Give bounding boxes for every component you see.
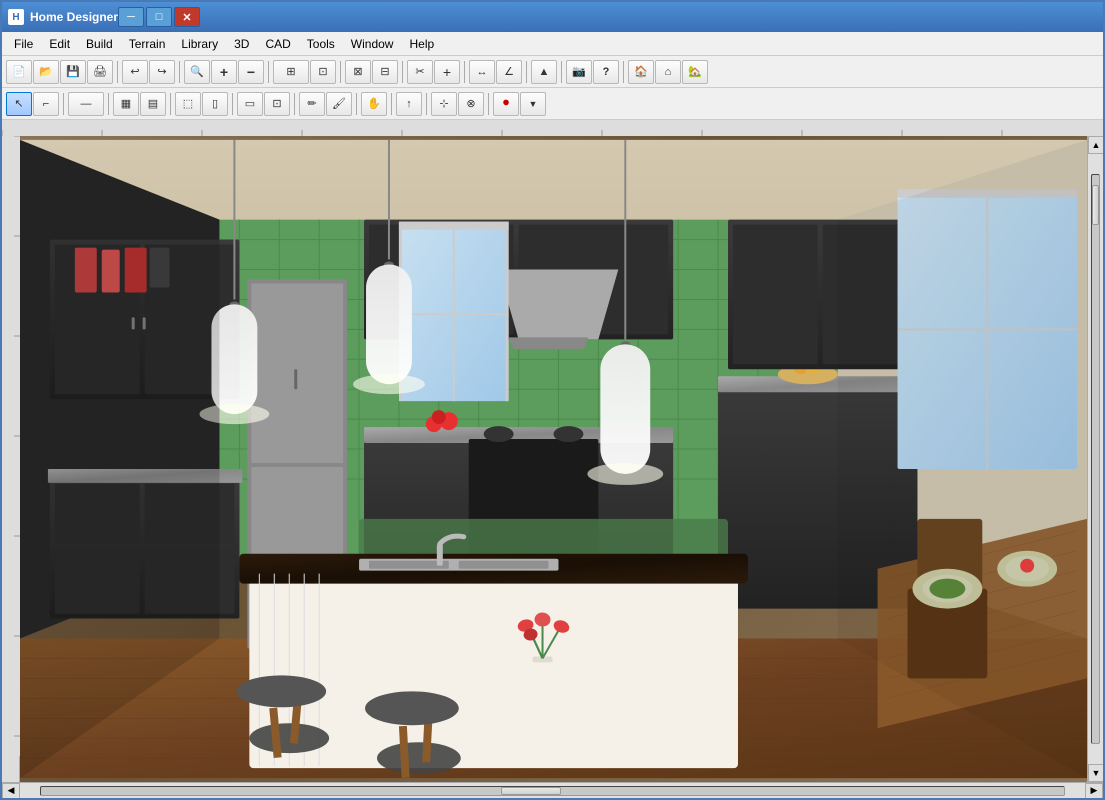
pencil-tool-button[interactable]: ✏ xyxy=(299,92,325,116)
v-scroll-track[interactable] xyxy=(1091,174,1100,744)
tool-b-button[interactable]: ⊟ xyxy=(372,60,398,84)
house-icon-button[interactable]: 🏠 xyxy=(628,60,654,84)
measure-button[interactable]: ↔ xyxy=(469,60,495,84)
menu-edit[interactable]: Edit xyxy=(41,34,78,54)
sep1 xyxy=(117,61,118,83)
sep9 xyxy=(623,61,624,83)
select-tool-button[interactable]: ↖ xyxy=(6,92,32,116)
sep7 xyxy=(526,61,527,83)
sep5 xyxy=(294,93,295,115)
horizontal-scrollbar[interactable]: ◀ ▶ xyxy=(2,782,1103,798)
menu-tools[interactable]: Tools xyxy=(299,34,343,54)
undo-button[interactable]: ↩ xyxy=(122,60,148,84)
menu-3d[interactable]: 3D xyxy=(226,34,257,54)
camera-button[interactable]: 📷 xyxy=(566,60,592,84)
transform2-tool-button[interactable]: ⊗ xyxy=(458,92,484,116)
menu-file[interactable]: File xyxy=(6,34,41,54)
sep4 xyxy=(232,93,233,115)
tool-a-button[interactable]: ⊠ xyxy=(345,60,371,84)
sep2 xyxy=(108,93,109,115)
maximize-button[interactable]: □ xyxy=(146,7,172,27)
angle-button[interactable]: ∠ xyxy=(496,60,522,84)
vertical-scrollbar[interactable]: ▲ ▼ xyxy=(1087,136,1103,782)
window-controls: ─ □ ✕ xyxy=(118,7,200,27)
zoom-fit-button[interactable]: ⊞ xyxy=(273,60,309,84)
sep3 xyxy=(170,93,171,115)
canvas-inner: ▲ ▼ xyxy=(2,136,1103,782)
sep6 xyxy=(356,93,357,115)
sep8 xyxy=(426,93,427,115)
scroll-right-button[interactable]: ▶ xyxy=(1085,783,1103,799)
title-bar: H Home Designer ─ □ ✕ xyxy=(2,2,1103,32)
up-arrow-tool-button[interactable]: ↑ xyxy=(396,92,422,116)
transform-tool-button[interactable]: ⊹ xyxy=(431,92,457,116)
brush-tool-button[interactable]: 🖌 xyxy=(326,92,352,116)
menu-window[interactable]: Window xyxy=(343,34,402,54)
cabinet2-tool-button[interactable]: ▯ xyxy=(202,92,228,116)
sep2 xyxy=(179,61,180,83)
help-button[interactable]: ? xyxy=(593,60,619,84)
sep6 xyxy=(464,61,465,83)
left-ruler xyxy=(2,136,20,782)
save-button[interactable]: 💾 xyxy=(60,60,86,84)
window-title: Home Designer xyxy=(30,10,118,24)
fill-tool-button[interactable]: ▦ xyxy=(113,92,139,116)
app-window: H Home Designer ─ □ ✕ File Edit Build Te… xyxy=(0,0,1105,800)
scroll-left-button[interactable]: ◀ xyxy=(2,783,20,799)
zoom-extent-button[interactable]: ⊡ xyxy=(310,60,336,84)
scissors-button[interactable]: ✂ xyxy=(407,60,433,84)
canvas-wrapper: ▲ ▼ ◀ ▶ xyxy=(2,120,1103,798)
add-button[interactable]: + xyxy=(434,60,460,84)
line-tool-button[interactable]: — xyxy=(68,92,104,116)
h-scroll-thumb[interactable] xyxy=(501,787,561,795)
scroll-down-button[interactable]: ▼ xyxy=(1088,764,1103,782)
zoom-out-button[interactable]: − xyxy=(238,60,264,84)
menu-library[interactable]: Library xyxy=(173,34,226,54)
sep3 xyxy=(268,61,269,83)
sep1 xyxy=(63,93,64,115)
zoom-in-button[interactable]: + xyxy=(211,60,237,84)
print-button[interactable]: 🖨 xyxy=(87,60,113,84)
v-scroll-thumb[interactable] xyxy=(1092,185,1099,225)
kitchen-scene xyxy=(20,136,1087,782)
hand-tool-button[interactable]: ✋ xyxy=(361,92,387,116)
sep9 xyxy=(488,93,489,115)
scroll-up-button[interactable]: ▲ xyxy=(1088,136,1103,154)
menu-help[interactable]: Help xyxy=(401,34,442,54)
polyline-tool-button[interactable]: ⌐ xyxy=(33,92,59,116)
menu-cad[interactable]: CAD xyxy=(257,34,298,54)
house2-icon-button[interactable]: ⌂ xyxy=(655,60,681,84)
cabinet-tool-button[interactable]: ⬚ xyxy=(175,92,201,116)
window-tool-button[interactable]: ⊡ xyxy=(264,92,290,116)
sep7 xyxy=(391,93,392,115)
close-button[interactable]: ✕ xyxy=(174,7,200,27)
fill2-tool-button[interactable]: ▤ xyxy=(140,92,166,116)
house3-icon-button[interactable]: 🏡 xyxy=(682,60,708,84)
menu-build[interactable]: Build xyxy=(78,34,121,54)
toolbar-draw: ↖ ⌐ — ▦ ▤ ⬚ ▯ ▭ ⊡ ✏ 🖌 ✋ ↑ ⊹ ⊗ ⏺ ▼ xyxy=(2,88,1103,120)
top-ruler xyxy=(2,120,1103,136)
new-button[interactable]: 📄 xyxy=(6,60,32,84)
sep4 xyxy=(340,61,341,83)
arrow-up-button[interactable]: ▲ xyxy=(531,60,557,84)
app-icon: H xyxy=(8,9,24,25)
open-button[interactable]: 📂 xyxy=(33,60,59,84)
sep8 xyxy=(561,61,562,83)
menu-terrain[interactable]: Terrain xyxy=(121,34,174,54)
main-area: ▲ ▼ ◀ ▶ xyxy=(2,120,1103,798)
sep5 xyxy=(402,61,403,83)
door-tool-button[interactable]: ▭ xyxy=(237,92,263,116)
toolbar-main: 📄 📂 💾 🖨 ↩ ↪ 🔍 + − ⊞ ⊡ ⊠ ⊟ ✂ + ↔ ∠ ▲ 📷 ? … xyxy=(2,56,1103,88)
h-scroll-track[interactable] xyxy=(40,786,1065,796)
zoom-search-button[interactable]: 🔍 xyxy=(184,60,210,84)
scene-svg xyxy=(20,136,1087,782)
record-button[interactable]: ⏺ xyxy=(493,92,519,116)
redo-button[interactable]: ↪ xyxy=(149,60,175,84)
3d-scene-canvas[interactable] xyxy=(20,136,1087,782)
menu-bar: File Edit Build Terrain Library 3D CAD T… xyxy=(2,32,1103,56)
minimize-button[interactable]: ─ xyxy=(118,7,144,27)
record-drop-button[interactable]: ▼ xyxy=(520,92,546,116)
